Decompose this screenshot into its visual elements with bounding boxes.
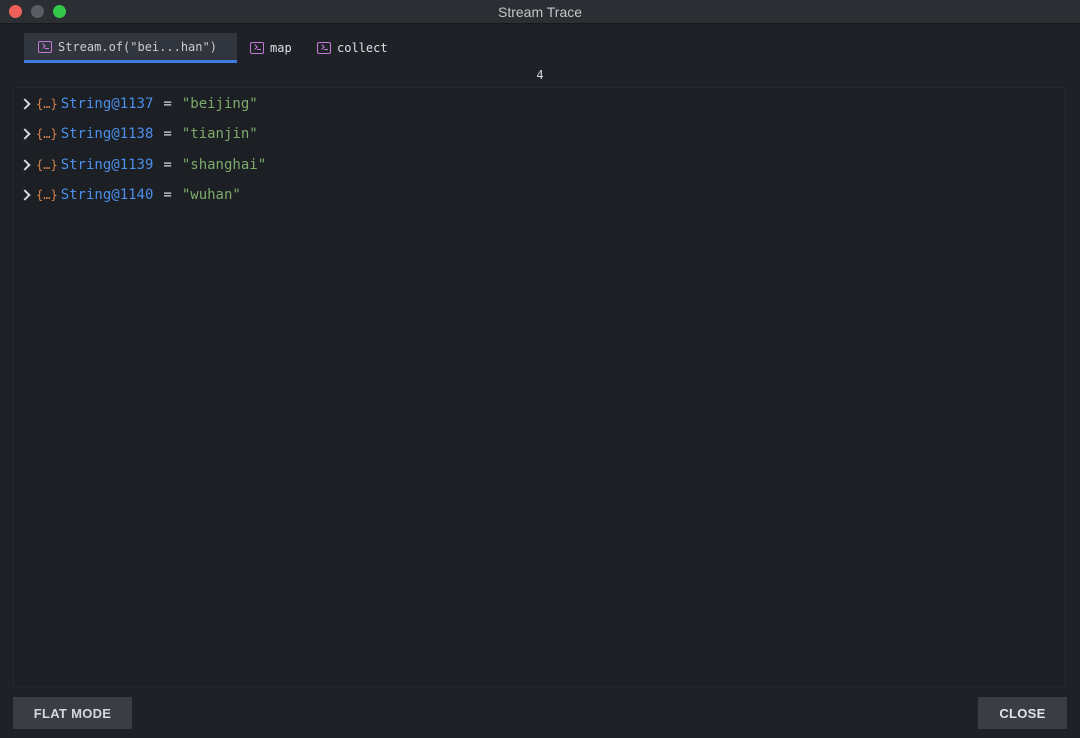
equals-sign: = (163, 96, 172, 112)
object-icon: {…} (36, 188, 58, 202)
object-name: String@1139 (60, 157, 154, 173)
tree-row[interactable]: {…} String@1137 = "beijing" (19, 93, 258, 115)
equals-sign: = (163, 157, 172, 173)
tab-label: Stream.of("bei...han") (58, 39, 217, 54)
object-name: String@1138 (60, 126, 154, 142)
equals-sign: = (163, 187, 172, 203)
chevron-right-icon[interactable] (19, 127, 34, 141)
element-count: 4 (536, 68, 544, 82)
tree-row[interactable]: {…} String@1139 = "shanghai" (19, 154, 267, 176)
values-panel: {…} String@1137 = "beijing" {…} String@1… (13, 87, 1065, 687)
flat-mode-button[interactable]: FLAT MODE (13, 697, 132, 729)
object-name: String@1140 (60, 187, 154, 203)
window-title: Stream Trace (497, 4, 583, 20)
object-value: "shanghai" (181, 157, 267, 173)
chevron-right-icon[interactable] (19, 97, 34, 111)
equals-sign: = (163, 126, 172, 142)
tab-stream-of[interactable]: Stream.of("bei...han") (24, 33, 237, 63)
object-value: "beijing" (181, 96, 258, 112)
tab-collect[interactable]: collect (303, 33, 403, 63)
console-icon (38, 40, 52, 53)
object-icon: {…} (36, 158, 58, 172)
object-icon: {…} (36, 127, 58, 141)
chevron-right-icon[interactable] (19, 158, 34, 172)
title-bar: Stream Trace (0, 0, 1080, 24)
tree-row[interactable]: {…} String@1138 = "tianjin" (19, 123, 258, 145)
object-icon: {…} (36, 97, 58, 111)
console-icon (317, 42, 331, 54)
close-button[interactable]: CLOSE (978, 697, 1067, 729)
object-value: "wuhan" (181, 187, 241, 203)
tree-row[interactable]: {…} String@1140 = "wuhan" (19, 184, 241, 206)
tab-label: collect (337, 41, 388, 55)
tab-label: map (270, 41, 292, 55)
chevron-right-icon[interactable] (19, 188, 34, 202)
object-name: String@1137 (60, 96, 154, 112)
console-icon (250, 42, 264, 54)
tab-map[interactable]: map (236, 33, 306, 63)
object-value: "tianjin" (181, 126, 258, 142)
